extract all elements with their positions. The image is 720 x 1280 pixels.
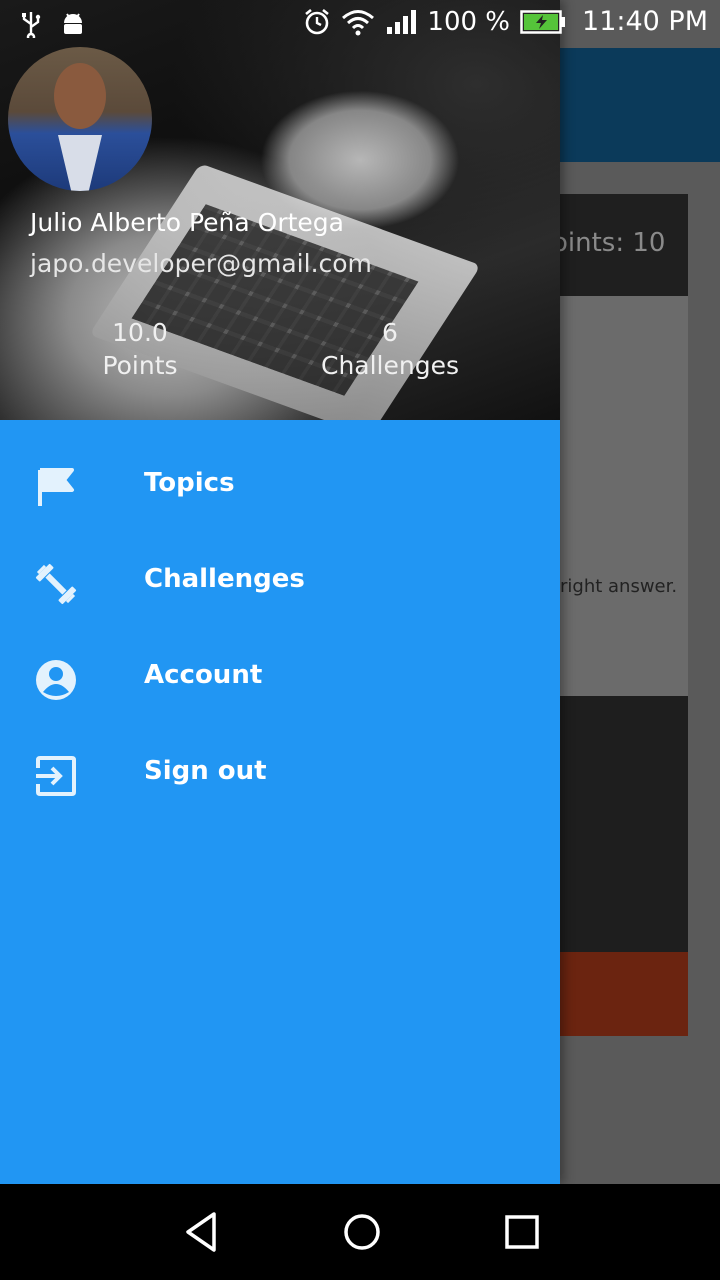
user-name: Julio Alberto Peña Ortega xyxy=(30,208,344,237)
drawer-menu: Topics Challenges Account Sign out xyxy=(0,438,560,822)
signal-icon xyxy=(387,9,417,34)
menu-item-sign-out[interactable]: Sign out xyxy=(0,726,560,822)
menu-item-challenges[interactable]: Challenges xyxy=(0,534,560,630)
battery-charging-icon xyxy=(520,9,566,34)
battery-percent: 100 % xyxy=(427,6,511,37)
flag-icon xyxy=(38,468,74,506)
wifi-icon xyxy=(342,9,375,35)
account-circle-icon xyxy=(36,660,76,700)
exit-icon xyxy=(36,756,76,796)
avatar-face xyxy=(54,63,106,129)
background-points-card: oints: 10 xyxy=(552,194,688,296)
avatar[interactable] xyxy=(8,47,152,191)
navigation-drawer: Julio Alberto Peña Ortega japo.developer… xyxy=(0,0,560,1184)
system-nav-bar xyxy=(0,1184,720,1280)
menu-item-label: Topics xyxy=(144,468,235,498)
android-debug-icon xyxy=(64,13,82,34)
menu-item-label: Sign out xyxy=(144,756,267,786)
menu-item-topics[interactable]: Topics xyxy=(0,438,560,534)
menu-item-label: Account xyxy=(144,660,263,690)
dumbbell-icon xyxy=(35,563,77,605)
points-value: 10.0 xyxy=(112,318,168,347)
background-question-card: right answer. xyxy=(560,296,688,696)
menu-item-label: Challenges xyxy=(144,564,305,594)
points-stat: 10.0 Points xyxy=(80,316,200,382)
points-label: Points xyxy=(102,351,178,380)
status-bar: 100 % 11:40 PM xyxy=(0,0,720,48)
recent-apps-icon[interactable] xyxy=(496,1206,548,1258)
back-icon[interactable] xyxy=(176,1206,228,1258)
background-points-text: oints: 10 xyxy=(552,228,666,258)
drawer-header: Julio Alberto Peña Ortega japo.developer… xyxy=(0,0,560,420)
avatar-shirt xyxy=(58,135,102,191)
menu-item-account[interactable]: Account xyxy=(0,630,560,726)
usb-icon xyxy=(22,12,41,38)
challenges-stat: 6 Challenges xyxy=(320,316,460,382)
user-email: japo.developer@gmail.com xyxy=(30,249,372,278)
home-icon[interactable] xyxy=(336,1206,388,1258)
challenges-label: Challenges xyxy=(320,351,459,380)
challenges-value: 6 xyxy=(382,318,398,347)
alarm-icon xyxy=(305,8,330,34)
background-dark-card xyxy=(560,696,688,952)
background-action-button xyxy=(560,952,688,1036)
clock: 11:40 PM xyxy=(582,6,708,37)
background-answer-text: right answer. xyxy=(560,576,678,597)
